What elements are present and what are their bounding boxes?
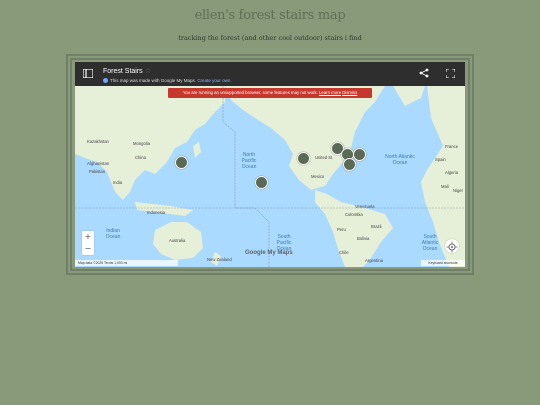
ocean-label-indian: Indian Ocean: [105, 228, 121, 240]
ocean-label-north-pacific: North Pacific Ocean: [241, 152, 257, 170]
place-label: France: [445, 144, 459, 149]
place-label: Algeria: [445, 170, 459, 175]
create-your-own-link[interactable]: Create your own.: [197, 78, 231, 83]
place-label: New Zealand: [207, 257, 232, 262]
place-label: Argentina: [365, 258, 383, 263]
learn-more-link[interactable]: Learn more: [319, 90, 341, 95]
stair-photo-marker[interactable]: [255, 176, 268, 189]
place-label: Mongolia: [133, 141, 150, 146]
stair-photo-marker[interactable]: [353, 148, 366, 161]
place-label: Pakistan: [89, 169, 106, 174]
menu-icon[interactable]: [83, 69, 93, 78]
fullscreen-icon[interactable]: [446, 69, 455, 78]
map-embed[interactable]: Forest Stairs ☆ This map was made with G…: [75, 62, 465, 267]
locate-button[interactable]: [445, 239, 459, 253]
info-text: This map was made with Google My Maps. C…: [110, 78, 232, 83]
place-label: Spain: [435, 157, 446, 162]
map-header-bar: Forest Stairs ☆ This map was made with G…: [75, 62, 465, 86]
info-icon: [103, 78, 108, 83]
place-label: Mexico: [311, 174, 325, 179]
place-label: Venezuela: [355, 204, 375, 209]
zoom-control: + −: [82, 231, 94, 255]
map-title[interactable]: Forest Stairs: [103, 68, 143, 75]
place-label: China: [135, 155, 146, 160]
place-label: Afghanistan: [87, 161, 110, 166]
star-icon[interactable]: ☆: [145, 67, 151, 75]
stair-photo-marker[interactable]: [297, 152, 310, 165]
keyboard-shortcuts-link[interactable]: Keyboard shortcuts: [421, 260, 465, 266]
place-label: United St.: [315, 155, 334, 160]
ocean-label-south-atlantic: South Atlantic Ocean: [421, 234, 439, 252]
place-label: Mali: [441, 184, 449, 189]
place-label: Niger: [453, 188, 464, 193]
place-label: Bolivia: [357, 236, 370, 241]
place-label: Colombia: [345, 212, 363, 217]
page-title: ellen's forest stairs map: [194, 8, 346, 23]
map-footer-attribution[interactable]: Map data ©2025 Terms 1,000 mi: [75, 260, 178, 266]
warning-text: You are running an unsupported browser, …: [182, 90, 318, 95]
place-label: Australia: [169, 238, 186, 243]
place-label: Peru: [337, 227, 346, 232]
info-text-main: This map was made with Google My Maps.: [110, 77, 197, 83]
locate-icon: [446, 241, 458, 253]
share-icon[interactable]: [419, 68, 429, 78]
place-label: Brazil: [371, 224, 382, 229]
zoom-in-button[interactable]: +: [82, 231, 94, 243]
page-subtitle: tracking the forest (and other cool outd…: [178, 34, 362, 42]
ocean-label-north-atlantic: North Atlantic Ocean: [385, 154, 415, 166]
google-my-maps-logo: Google My Maps: [245, 250, 293, 256]
stair-photo-marker[interactable]: [343, 158, 356, 171]
place-label: Chile: [339, 250, 349, 255]
unsupported-browser-banner: You are running an unsupported browser, …: [168, 88, 372, 98]
place-label: Indonesia: [147, 210, 166, 215]
place-label: Kazakhstan: [87, 139, 109, 144]
place-label: India: [113, 180, 123, 185]
stair-photo-marker[interactable]: [175, 156, 188, 169]
dismiss-link[interactable]: Dismiss: [342, 90, 357, 95]
zoom-out-button[interactable]: −: [82, 243, 94, 255]
